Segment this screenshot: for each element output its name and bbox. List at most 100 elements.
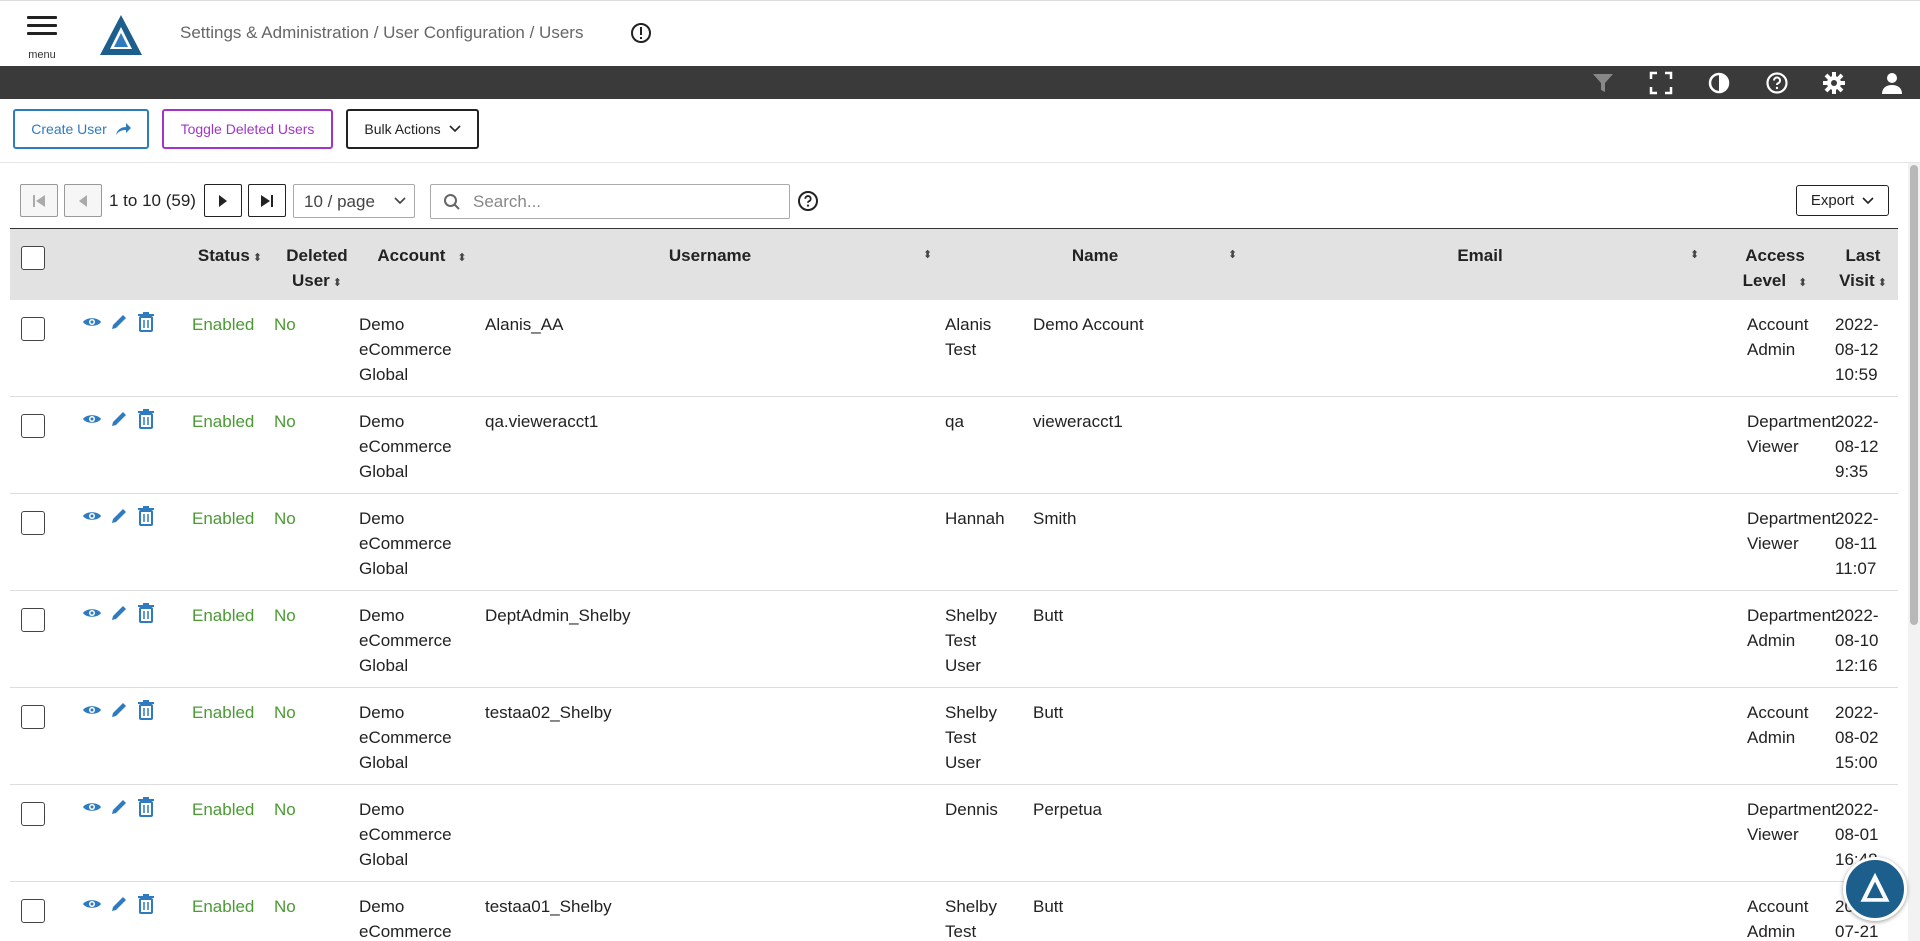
edit-pencil-icon[interactable]	[109, 602, 129, 624]
search-box[interactable]	[430, 184, 790, 219]
column-header-access-level[interactable]: Access Level ⬍	[1725, 243, 1825, 296]
table-row: Enabled No Demo eCommerce Global DeptAdmin…	[10, 591, 1898, 688]
column-header-account[interactable]: Account ⬍	[367, 243, 477, 271]
cell-line: Global	[359, 365, 409, 384]
cell-line: Demo	[359, 606, 405, 625]
cell-line: Alanis	[945, 315, 992, 334]
alert-info-icon[interactable]	[630, 22, 652, 44]
row-checkbox[interactable]	[21, 317, 45, 341]
deleted-cell: No	[274, 509, 296, 528]
cell-line: Shelby	[945, 897, 997, 916]
view-eye-icon[interactable]	[82, 408, 102, 430]
delete-trash-icon[interactable]	[136, 505, 156, 527]
column-header-email[interactable]: Email ⬍	[1250, 243, 1710, 268]
cell-line: Account	[1747, 315, 1809, 334]
status-cell: Enabled	[192, 800, 255, 819]
cell-line: 11:07	[1835, 559, 1877, 578]
column-header-deleted-user[interactable]: Deleted User ⬍	[272, 243, 362, 296]
edit-pencil-icon[interactable]	[109, 311, 129, 333]
last-visit-cell: 2022- 08-12 10:59	[1835, 312, 1878, 387]
last-name-cell: Demo Account	[1033, 315, 1144, 334]
edit-pencil-icon[interactable]	[109, 408, 129, 430]
deleted-header-line1: Deleted	[286, 246, 348, 265]
cell-line: Admin	[1747, 728, 1796, 747]
cell-line: 08-12	[1835, 340, 1879, 359]
bulk-actions-dropdown[interactable]: Bulk Actions	[346, 109, 479, 149]
first-name-cell: ShelbyTestUser	[945, 700, 997, 775]
edit-pencil-icon[interactable]	[109, 505, 129, 527]
row-checkbox[interactable]	[21, 705, 45, 729]
row-checkbox[interactable]	[21, 608, 45, 632]
delete-trash-icon[interactable]	[136, 602, 156, 624]
account-header-label: Account	[377, 246, 446, 265]
help-icon[interactable]	[1764, 70, 1790, 96]
table-row: Enabled No Demo eCommerce Global Dennis Pe…	[10, 785, 1898, 882]
column-header-status[interactable]: Status ⬍	[190, 243, 270, 271]
view-eye-icon[interactable]	[82, 699, 102, 721]
cell-line: Test	[945, 728, 977, 747]
previous-page-button[interactable]	[64, 184, 102, 217]
cell-line: eCommerce	[359, 825, 452, 844]
edit-pencil-icon[interactable]	[109, 893, 129, 915]
hamburger-icon	[27, 16, 57, 19]
cell-line: Department	[1747, 509, 1836, 528]
last-page-button[interactable]	[248, 184, 286, 217]
cell-line: eCommerce	[359, 922, 452, 941]
cell-line: 07-21	[1835, 922, 1879, 941]
row-checkbox[interactable]	[21, 899, 45, 923]
edit-pencil-icon[interactable]	[109, 796, 129, 818]
fullscreen-icon[interactable]	[1648, 70, 1674, 96]
delete-trash-icon[interactable]	[136, 408, 156, 430]
cell-line: eCommerce	[359, 631, 452, 650]
delete-trash-icon[interactable]	[136, 311, 156, 333]
search-icon	[444, 194, 460, 210]
row-checkbox[interactable]	[21, 511, 45, 535]
last-visit-cell: 2022- 08-10 12:16	[1835, 603, 1878, 678]
access-level-cell: Account Admin	[1747, 700, 1808, 750]
select-all-checkbox[interactable]	[21, 246, 45, 270]
search-input[interactable]	[473, 191, 773, 213]
delete-trash-icon[interactable]	[136, 893, 156, 915]
menu-button[interactable]: menu	[24, 13, 60, 61]
row-checkbox[interactable]	[21, 802, 45, 826]
view-eye-icon[interactable]	[82, 311, 102, 333]
first-name-cell: ShelbyTestUser	[945, 894, 997, 941]
sort-icon: ⬍	[1877, 277, 1887, 289]
column-header-name[interactable]: Name ⬍	[945, 243, 1245, 268]
vertical-scrollbar[interactable]	[1908, 163, 1920, 941]
delete-trash-icon[interactable]	[136, 699, 156, 721]
previous-page-icon	[79, 194, 87, 207]
user-icon[interactable]	[1879, 70, 1905, 96]
account-cell: Demo eCommerce Global	[359, 312, 452, 387]
column-header-username[interactable]: Username ⬍	[480, 243, 940, 268]
row-checkbox[interactable]	[21, 414, 45, 438]
cell-line: User	[945, 656, 981, 675]
username-cell: DeptAdmin_Shelby	[485, 606, 631, 625]
view-eye-icon[interactable]	[82, 505, 102, 527]
search-help-icon[interactable]	[797, 190, 819, 212]
delete-trash-icon[interactable]	[136, 796, 156, 818]
gear-icon[interactable]	[1821, 70, 1847, 96]
edit-pencil-icon[interactable]	[109, 699, 129, 721]
contrast-icon[interactable]	[1706, 70, 1732, 96]
table-row: Enabled No Demo eCommerce Global Alanis_AA…	[10, 300, 1898, 397]
create-user-button[interactable]: Create User	[13, 109, 149, 149]
status-cell: Enabled	[192, 412, 255, 431]
filter-icon[interactable]	[1590, 70, 1616, 96]
app-logo-icon[interactable]	[98, 13, 144, 57]
cell-line: eCommerce	[359, 340, 452, 359]
first-page-button[interactable]	[20, 184, 58, 217]
export-dropdown[interactable]: Export	[1796, 185, 1889, 216]
scrollbar-thumb[interactable]	[1910, 165, 1918, 625]
email-header-label: Email	[1457, 246, 1503, 265]
column-header-last-visit[interactable]: Last Visit ⬍	[1830, 243, 1896, 296]
view-eye-icon[interactable]	[82, 602, 102, 624]
per-page-select[interactable]: 10 / page	[293, 184, 415, 218]
sort-icon: ⬍	[457, 252, 467, 264]
toggle-deleted-users-button[interactable]: Toggle Deleted Users	[162, 109, 333, 149]
view-eye-icon[interactable]	[82, 893, 102, 915]
first-name-cell: Dennis	[945, 797, 998, 822]
view-eye-icon[interactable]	[82, 796, 102, 818]
assistant-logo-button[interactable]	[1843, 857, 1907, 921]
next-page-button[interactable]	[204, 184, 242, 217]
